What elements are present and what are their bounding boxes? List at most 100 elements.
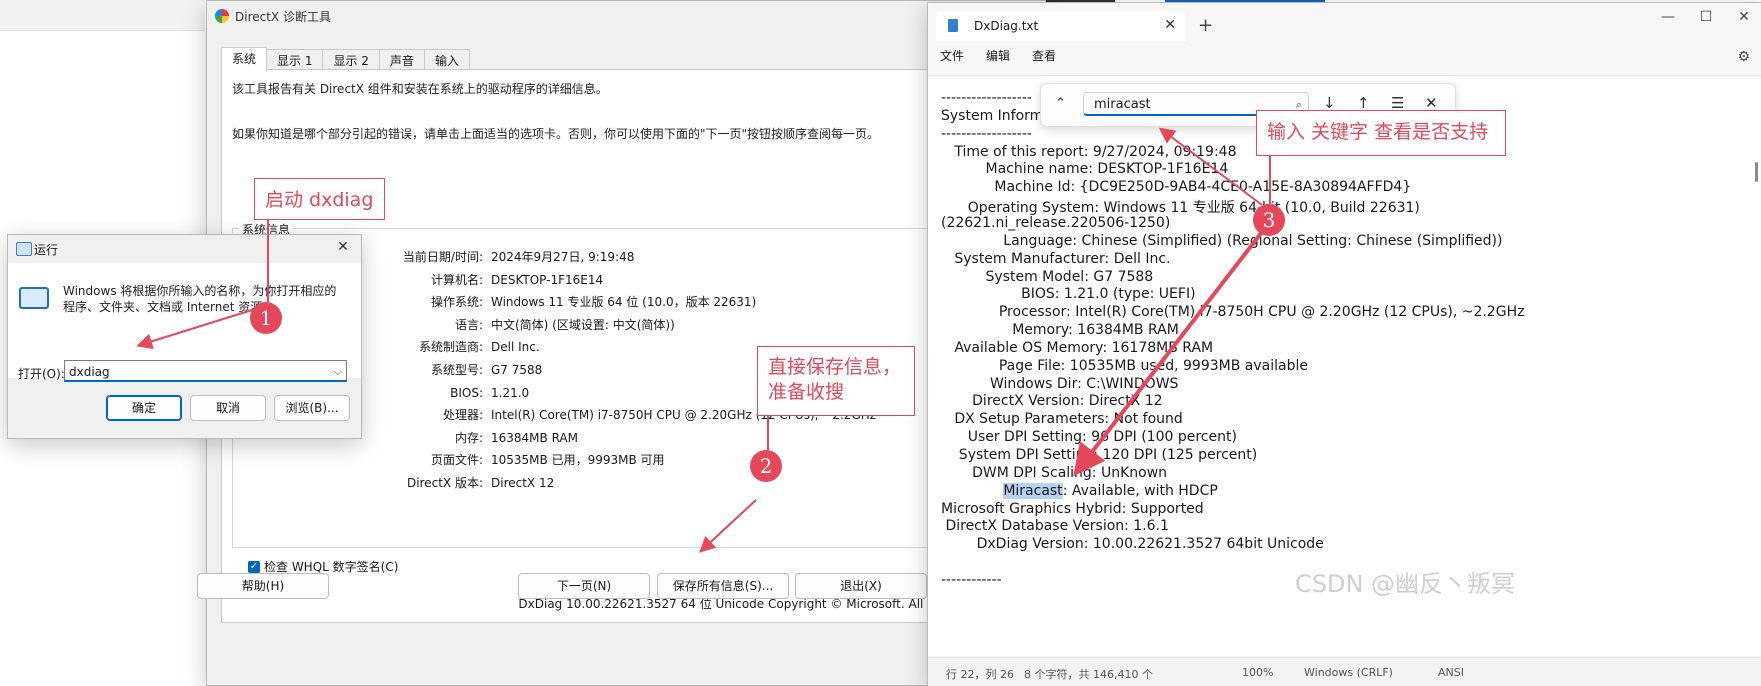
info-value: DESKTOP-1F16E14	[491, 272, 604, 287]
new-tab-icon[interactable]: +	[1198, 15, 1213, 36]
run-icon	[16, 242, 32, 256]
run-program-icon	[19, 287, 49, 309]
info-value: G7 7588	[491, 363, 543, 377]
text-line: DWM DPI Scaling: UnKnown	[941, 464, 1168, 481]
text-line: System Model: G7 7588	[941, 268, 1154, 285]
text-line: DirectX Database Version: 1.6.1	[941, 518, 1169, 535]
text-line: Processor: Intel(R) Core(TM) i7-8750H CP…	[941, 304, 1525, 321]
close-icon[interactable]: ✕	[1734, 9, 1754, 25]
run-description: Windows 将根据你所输入的名称，为你打开相应的程序、文件夹、文档或 Int…	[63, 284, 337, 314]
info-value: 1.21.0	[491, 385, 530, 400]
info-value: 10535MB 已用，9993MB 可用	[491, 453, 665, 468]
ok-button[interactable]: 确定	[106, 395, 182, 421]
intro-text: 该工具报告有关 DirectX 组件和安装在系统上的驱动程序的详细信息。	[232, 82, 608, 96]
text-line: System DPI Setting: 120 DPI (125 percent…	[941, 447, 1258, 463]
annotation-connector	[1269, 156, 1271, 204]
run-title: 运行	[34, 242, 59, 257]
text-line: Time of this report: 9/27/2024, 09:19:48	[941, 143, 1237, 160]
text-line: System Manufacturer: Dell Inc.	[941, 250, 1171, 267]
text-line: User DPI Setting: 96 DPI (100 percent)	[941, 429, 1237, 446]
text-line: Miracast: Available, with HDCP	[1003, 482, 1218, 499]
menu-file[interactable]: 文件	[940, 47, 964, 64]
text-line: Language: Chinese (Simplified) (Regional…	[941, 232, 1503, 249]
text-line: (22621.ni_release.220506-1250)	[941, 214, 1171, 231]
selection-count: 8 个字符，共 146,410 个	[1024, 668, 1153, 681]
chevron-up-icon[interactable]: ⌃	[1055, 96, 1066, 111]
status-bar: 行 22，列 26 8 个字符，共 146,410 个 100% Windows…	[928, 657, 1761, 686]
scrollbar[interactable]	[1755, 162, 1758, 182]
open-input[interactable]: dxdiag ⌵	[64, 360, 347, 382]
help-button[interactable]: 帮助(H)	[197, 573, 329, 599]
step-2-badge: 2	[750, 450, 782, 482]
run-body: Windows 将根据你所输入的名称，为你打开相应的程序、文件夹、文档或 Int…	[8, 263, 361, 382]
open-label: 打开(O):	[18, 367, 65, 381]
open-input-value: dxdiag	[69, 365, 110, 379]
info-label: 计算机名:	[430, 272, 483, 287]
info-label: 操作系统:	[430, 295, 483, 310]
info-label: 处理器:	[442, 408, 483, 423]
text-line: Machine Id: {DC9E250D-9AB4-4CE0-A15E-8A3…	[941, 179, 1412, 196]
file-tab[interactable]: DxDiag.txt ✕	[936, 11, 1186, 41]
annotation-step3: 输入 关键字 查看是否支持	[1256, 110, 1506, 156]
text-line: Machine name: DESKTOP-1F16E14	[941, 161, 1229, 178]
find-input-value: miracast	[1094, 97, 1151, 112]
info-value: 16384MB RAM	[491, 430, 578, 445]
text-line: Microsoft Graphics Hybrid: Supported	[941, 500, 1204, 517]
info-value: Windows 11 专业版 64 位 (10.0，版本 22631)	[491, 295, 757, 310]
text-line: BIOS: 1.21.0 (type: UEFI)	[941, 286, 1196, 303]
directx-icon	[215, 9, 229, 23]
annotation-step1: 启动 dxdiag	[254, 178, 385, 220]
chevron-down-icon[interactable]: ⌵	[334, 361, 342, 383]
text-line: DirectX Version: DirectX 12	[941, 393, 1163, 410]
line-ending: Windows (CRLF)	[1304, 666, 1393, 679]
info-label: 系统型号:	[430, 363, 483, 377]
info-value: 中文(简体) (区域设置: 中文(简体))	[491, 317, 675, 332]
checkbox-checked-icon[interactable]: ✓	[248, 560, 260, 573]
text-line: Memory: 16384MB RAM	[941, 322, 1179, 339]
info-label: BIOS:	[450, 385, 483, 400]
text-line: DxDiag Version: 10.00.22621.3527 64bit U…	[941, 536, 1324, 553]
step-3-badge: 3	[1253, 204, 1285, 236]
save-all-info-button[interactable]: 保存所有信息(S)...	[657, 573, 789, 599]
close-icon[interactable]: ✕	[1164, 17, 1176, 33]
info-value: Dell Inc.	[491, 340, 540, 355]
dxdiag-title: DirectX 诊断工具	[235, 9, 331, 24]
next-page-button[interactable]: 下一页(N)	[518, 573, 650, 599]
zoom-level: 100%	[1242, 666, 1274, 679]
info-row: 页面文件: 10535MB 已用，9993MB 可用	[233, 450, 1019, 470]
gear-icon[interactable]: ⚙	[1737, 49, 1750, 65]
text-line: Page File: 10535MB used, 9993MB availabl…	[941, 357, 1308, 374]
close-icon[interactable]: ✕	[333, 239, 353, 255]
text-line: ------------	[941, 571, 1002, 588]
annotation-step2: 直接保存信息，准备收搜	[757, 346, 915, 416]
menu-bar: 文件 编辑 查看	[940, 47, 1056, 64]
watermark: CSDN @幽反丶叛冥	[1295, 570, 1516, 598]
info-row: DirectX 版本: DirectX 12	[233, 473, 1019, 493]
text-line: ------------------	[941, 125, 1032, 142]
run-dialog: 运行 ✕ Windows 将根据你所输入的名称，为你打开相应的程序、文件夹、文档…	[7, 234, 362, 439]
info-label: 语言:	[454, 317, 483, 332]
info-label: 当前日期/时间:	[402, 250, 483, 264]
run-titlebar: 运行 ✕	[8, 235, 361, 263]
info-label: 页面文件:	[430, 453, 483, 468]
tab-system[interactable]: 系统	[221, 47, 268, 72]
minimize-icon[interactable]: —	[1658, 9, 1678, 25]
browse-button[interactable]: 浏览(B)...	[274, 395, 350, 421]
maximize-icon[interactable]: ☐	[1696, 9, 1716, 25]
cursor-position: 行 22，列 26	[946, 668, 1014, 681]
info-label: 系统制造商:	[418, 340, 483, 355]
annotation-connector	[267, 220, 269, 302]
annotation-connector	[767, 416, 769, 450]
cancel-button[interactable]: 取消	[190, 395, 266, 421]
info-value: 2024年9月27日, 9:19:48	[491, 250, 635, 264]
background-strip	[0, 0, 205, 31]
document-icon	[948, 19, 958, 32]
search-highlight: Miracast	[1003, 482, 1063, 499]
menu-view[interactable]: 查看	[1032, 47, 1056, 64]
menu-edit[interactable]: 编辑	[986, 47, 1010, 64]
exit-button[interactable]: 退出(X)	[795, 573, 927, 599]
info-label: DirectX 版本:	[406, 476, 483, 490]
info-label: 内存:	[454, 430, 483, 445]
text-line: System Informa	[941, 107, 1052, 124]
text-line: ------------------	[941, 90, 1032, 106]
